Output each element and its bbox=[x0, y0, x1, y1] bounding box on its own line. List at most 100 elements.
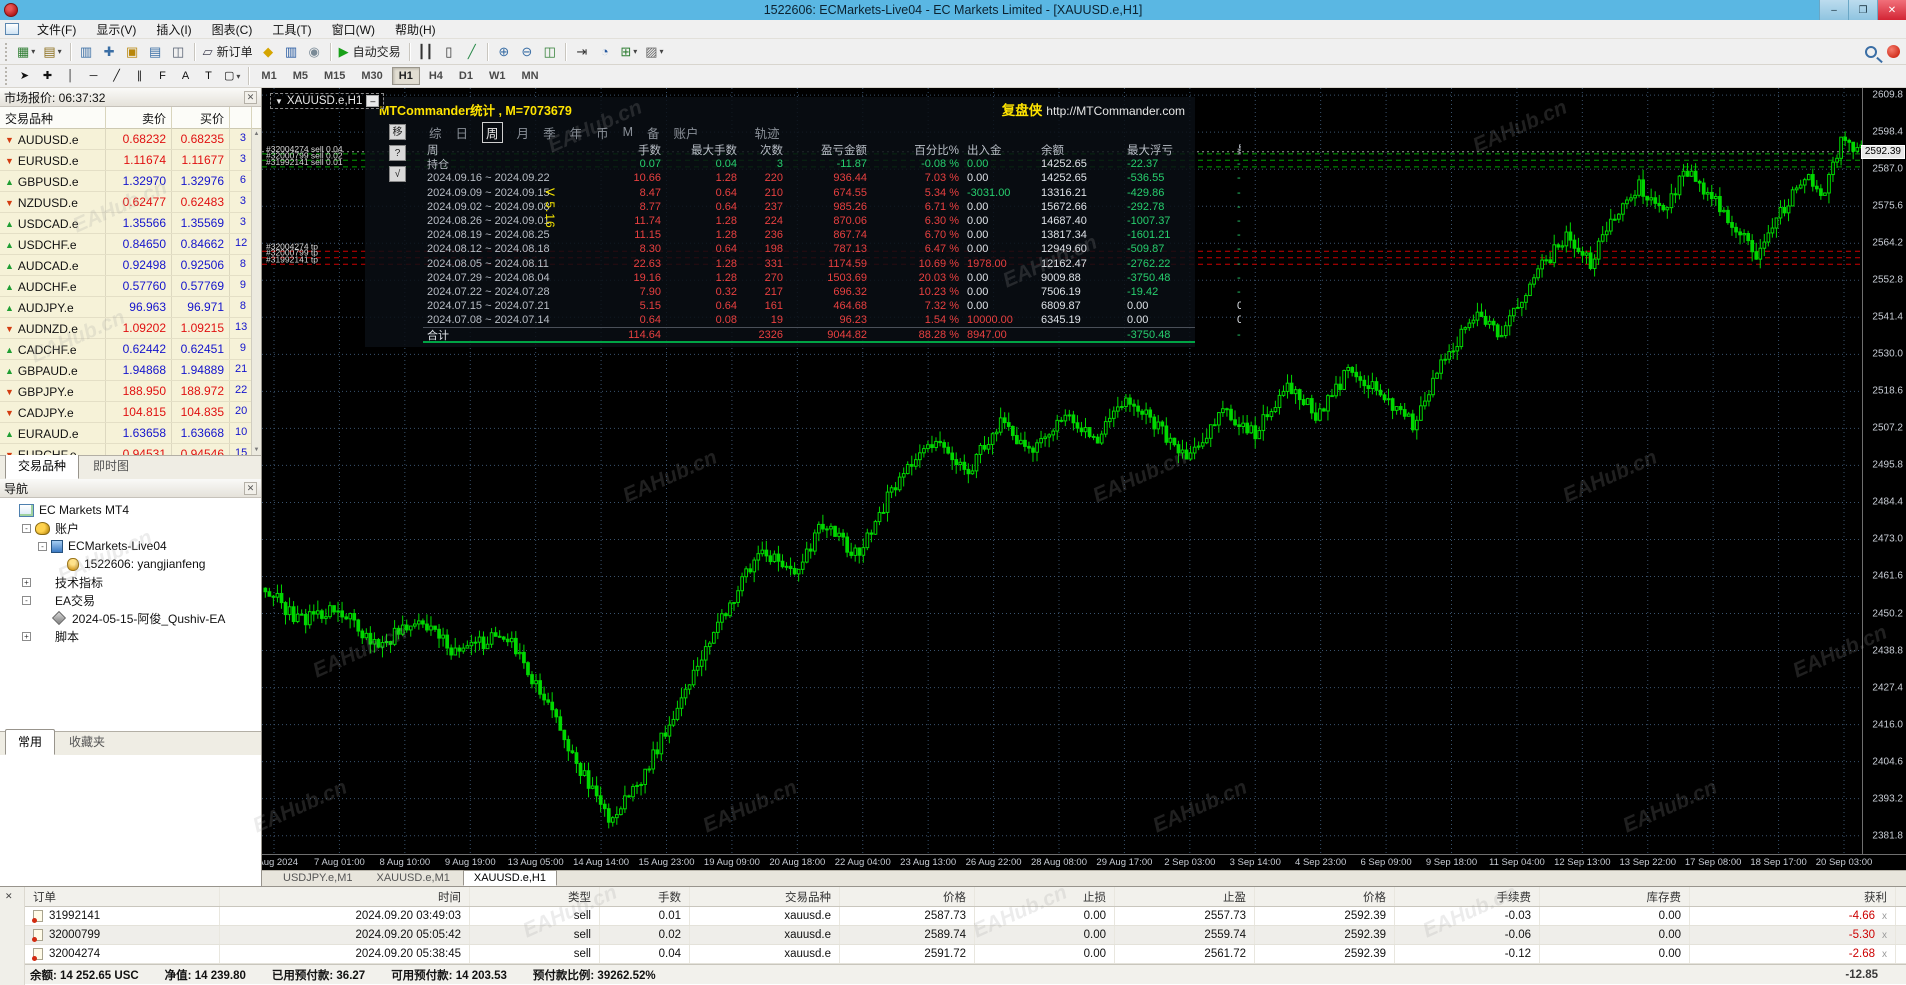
timeframe-h4[interactable]: H4 bbox=[422, 67, 450, 85]
timeframe-m30[interactable]: M30 bbox=[354, 67, 389, 85]
order-row[interactable]: 32000799 2024.09.20 05:05:42 sell 0.02 xauus… bbox=[25, 926, 1906, 945]
chart-window-title[interactable]: ▼ XAUUSD.e,H1 – bbox=[270, 93, 385, 109]
column-交易品种-4[interactable]: 交易品种 bbox=[690, 887, 840, 906]
zoom-out-button[interactable]: ⊖ bbox=[515, 41, 538, 62]
column-bid[interactable]: 卖价 bbox=[106, 107, 172, 130]
expand-icon[interactable]: + bbox=[22, 631, 31, 641]
market-watch-row[interactable]: ▼ AUDNZD.e 1.09202 1.09215 13 bbox=[0, 318, 261, 339]
metaeditor-button[interactable]: ▥ bbox=[280, 41, 303, 62]
commander-data-row[interactable]: 2024.08.19 ~ 2024.08.25 11.15 1.28 236 867.7… bbox=[423, 228, 1241, 242]
chart-tab-USDJPY.e,M1[interactable]: USDJPY.e,M1 bbox=[272, 870, 364, 886]
chart-minimize-icon[interactable]: – bbox=[366, 95, 380, 107]
scroll-down-icon[interactable]: ▼ bbox=[252, 445, 261, 455]
timeframe-w1[interactable]: W1 bbox=[482, 67, 513, 85]
search-icon[interactable] bbox=[1865, 45, 1877, 58]
commander-brand-url[interactable]: http://MTCommander.com bbox=[1046, 104, 1185, 118]
fibonacci-tool[interactable]: F bbox=[151, 66, 174, 87]
commander-data-row[interactable]: 持仓 0.07 0.04 3 -11.87 -0.08 % 0.00 14252.65 -22.… bbox=[423, 157, 1241, 171]
market-watch-row[interactable]: ▲ USDCHF.e 0.84650 0.84662 12 bbox=[0, 234, 261, 255]
menu-item-3[interactable]: 插入(I) bbox=[146, 20, 201, 39]
new-chart-button[interactable]: ▦ ▾ bbox=[13, 41, 39, 62]
close-order-icon[interactable]: x bbox=[1882, 930, 1887, 941]
market-watch-row[interactable]: ▼ AUDUSD.e 0.68232 0.68235 3 bbox=[0, 129, 261, 150]
commander-tab-年[interactable]: 年 bbox=[570, 123, 583, 142]
tree-item[interactable]: + 技术指标 bbox=[0, 573, 261, 591]
commander-tab-季[interactable]: 季 bbox=[543, 123, 556, 142]
tree-item[interactable]: - ECMarkets-Live04 bbox=[0, 537, 261, 555]
commander-data-row[interactable]: 2024.09.09 ~ 2024.09.15 8.47 0.64 210 674.55… bbox=[423, 186, 1241, 200]
commander-tab-备[interactable]: 备 bbox=[647, 123, 660, 142]
tile-windows-button[interactable]: ◫ bbox=[538, 41, 561, 62]
label-tool[interactable]: T bbox=[197, 66, 220, 87]
market-watch-row[interactable]: ▲ AUDCAD.e 0.92498 0.92506 8 bbox=[0, 255, 261, 276]
market-watch-row[interactable]: ▼ EURUSD.e 1.11674 1.11677 3 bbox=[0, 150, 261, 171]
line-chart-button[interactable]: ╱ bbox=[460, 41, 483, 62]
new-order-button[interactable]: ▱ 新订单 bbox=[199, 41, 257, 62]
close-order-icon[interactable]: x bbox=[1882, 949, 1887, 960]
terminal-close-icon[interactable]: ✕ bbox=[5, 891, 13, 902]
vertical-line-tool[interactable]: │ bbox=[59, 66, 82, 87]
commander-tab-轨迹[interactable]: 轨迹 bbox=[755, 123, 780, 142]
timeframe-m5[interactable]: M5 bbox=[286, 67, 315, 85]
market-watch-row[interactable]: ▲ AUDJPY.e 96.963 96.971 8 bbox=[0, 297, 261, 318]
shapes-tool[interactable]: ▢ ▾ bbox=[220, 66, 244, 87]
commander-tab-日[interactable]: 日 bbox=[456, 123, 469, 142]
commander-data-row[interactable]: 2024.09.16 ~ 2024.09.22 10.66 1.28 220 936.4… bbox=[423, 171, 1241, 185]
market-watch-row[interactable]: ▲ GBPAUD.e 1.94868 1.94889 21 bbox=[0, 360, 261, 381]
column-止损-6[interactable]: 止损 bbox=[975, 887, 1115, 906]
candle-chart-button[interactable]: ▯ bbox=[437, 41, 460, 62]
tab-常用[interactable]: 常用 bbox=[5, 729, 56, 755]
community-button[interactable]: ◉ bbox=[303, 41, 326, 62]
menu-item-7[interactable]: 帮助(H) bbox=[385, 20, 446, 39]
timeframe-h1[interactable]: H1 bbox=[391, 67, 420, 85]
column-获利-11[interactable]: 获利 bbox=[1690, 887, 1896, 906]
terminal-panel-button[interactable]: ▤ bbox=[144, 41, 167, 62]
market-watch-row[interactable]: ▲ AUDCHF.e 0.57760 0.57769 9 bbox=[0, 276, 261, 297]
chart-tab-XAUUSD.e,M1[interactable]: XAUUSD.e,M1 bbox=[366, 870, 461, 886]
bar-chart-button[interactable]: ┃┃ bbox=[414, 41, 438, 62]
market-watch-button[interactable]: ▥ bbox=[75, 41, 98, 62]
column-止盈-7[interactable]: 止盈 bbox=[1115, 887, 1255, 906]
timeframe-m1[interactable]: M1 bbox=[254, 67, 283, 85]
crosshair-tool[interactable]: ✚ bbox=[36, 66, 59, 87]
column-手数-3[interactable]: 手数 bbox=[600, 887, 690, 906]
market-watch-close-icon[interactable]: ✕ bbox=[244, 90, 257, 104]
navigator-folder-button[interactable]: ▣ bbox=[121, 41, 144, 62]
collapse-icon[interactable]: - bbox=[22, 523, 31, 533]
tree-item[interactable]: 2024-05-15-阿俊_Qushiv-EA bbox=[0, 609, 261, 627]
commander-data-row[interactable]: 2024.08.05 ~ 2024.08.11 22.63 1.28 331 1174.… bbox=[423, 257, 1241, 271]
market-watch-row[interactable]: ▼ CADJPY.e 104.815 104.835 20 bbox=[0, 402, 261, 423]
commander-data-row[interactable]: 2024.08.26 ~ 2024.09.01 11.74 1.28 224 870.0… bbox=[423, 214, 1241, 228]
clock-button[interactable]: ◔ bbox=[593, 41, 616, 62]
commander-total-row[interactable]: 合计 114.64 2326 9044.82 88.28 % 8947.00 -3750.4… bbox=[423, 327, 1241, 344]
menu-item-2[interactable]: 显示(V) bbox=[86, 20, 146, 39]
chart-canvas[interactable]: #31992141 sell 0.01 #32000799 sell 0.02 #3… bbox=[262, 88, 1906, 870]
horizontal-line-tool[interactable]: ─ bbox=[82, 66, 105, 87]
indicators-button[interactable]: ⊞ ▾ bbox=[616, 41, 641, 62]
timeframe-d1[interactable]: D1 bbox=[452, 67, 480, 85]
profiles-button[interactable]: ▤ ▾ bbox=[39, 41, 65, 62]
templates-button[interactable]: ▨ ▾ bbox=[641, 41, 667, 62]
move-button[interactable]: 移 bbox=[389, 124, 406, 140]
channel-tool[interactable]: ∥ bbox=[128, 66, 151, 87]
cursor-tool[interactable]: ➤ bbox=[13, 66, 36, 87]
commander-tab-币[interactable]: 币 bbox=[596, 123, 609, 142]
column-价格-5[interactable]: 价格 bbox=[840, 887, 975, 906]
market-watch-row[interactable]: ▲ GBPUSD.e 1.32970 1.32976 6 bbox=[0, 171, 261, 192]
column-手续费-9[interactable]: 手续费 bbox=[1395, 887, 1540, 906]
collapse-icon[interactable]: - bbox=[38, 541, 47, 551]
commander-data-row[interactable]: 2024.07.08 ~ 2024.07.14 0.64 0.08 19 96.23 1.… bbox=[423, 313, 1241, 327]
chart-tab-XAUUSD.e,H1[interactable]: XAUUSD.e,H1 bbox=[462, 870, 557, 886]
autotrade-button[interactable]: ▶ 自动交易 bbox=[335, 41, 405, 62]
column-类型-2[interactable]: 类型 bbox=[470, 887, 600, 906]
column-symbol[interactable]: 交易品种 bbox=[0, 107, 106, 130]
alerts-button[interactable]: ◆ bbox=[257, 41, 280, 62]
tab-即时图[interactable]: 即时图 bbox=[80, 453, 142, 479]
column-订单-0[interactable]: 订单 bbox=[25, 887, 220, 906]
column-spread[interactable] bbox=[230, 107, 252, 130]
timeframe-mn[interactable]: MN bbox=[514, 67, 545, 85]
commander-data-row[interactable]: 2024.07.15 ~ 2024.07.21 5.15 0.64 161 464.68… bbox=[423, 299, 1241, 313]
timeframe-m15[interactable]: M15 bbox=[317, 67, 352, 85]
tab-交易品种[interactable]: 交易品种 bbox=[5, 453, 80, 479]
menu-item-5[interactable]: 工具(T) bbox=[262, 20, 321, 39]
